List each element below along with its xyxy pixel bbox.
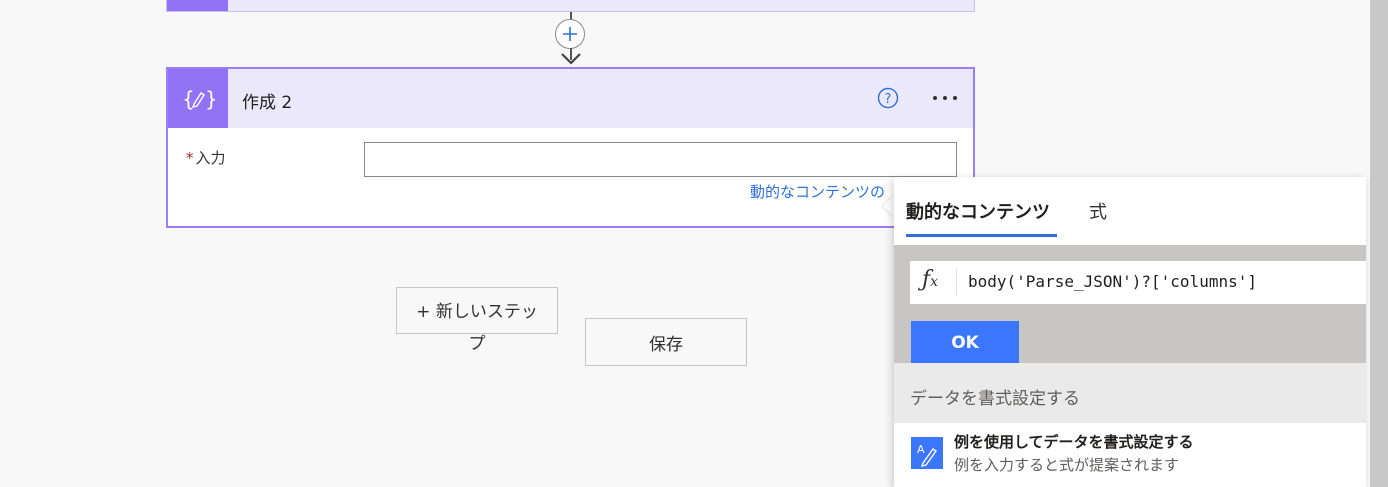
new-step-label[interactable]: + 新しいステッ プ (400, 296, 554, 360)
dynamic-content-panel[interactable]: 動的なコンテンツ 式 ƒx body('Parse_JSON')?['colum… (894, 177, 1366, 487)
active-tab-indicator (906, 234, 1057, 237)
previous-action-icon (167, 0, 228, 11)
insert-step-button[interactable] (555, 19, 585, 49)
compose-action-card[interactable]: { } 作成 2 ? *入力 動的なコンテンツの (166, 67, 975, 228)
input-field[interactable] (364, 142, 957, 177)
input-label-text: 入力 (195, 149, 226, 167)
arrow-down-icon (561, 53, 581, 65)
panel-pointer (883, 195, 894, 217)
add-step-icon (563, 27, 577, 41)
svg-text:}: } (205, 87, 215, 111)
tab-expression[interactable]: 式 (1089, 198, 1107, 224)
new-step-label-line2: プ (468, 334, 486, 354)
svg-text:A: A (917, 443, 925, 456)
format-by-example-subtitle: 例を入力すると式が提案されます (954, 456, 1180, 474)
fx-icon: ƒx (922, 267, 939, 292)
svg-text:?: ? (885, 92, 892, 107)
ok-button[interactable]: OK (911, 321, 1019, 364)
input-label: * 入力 (186, 147, 226, 168)
scrollbar[interactable] (1370, 0, 1388, 487)
expression-text[interactable]: body('Parse_JSON')?['columns'] (968, 272, 1257, 291)
new-step-label-line1: + 新しいステッ (416, 302, 538, 322)
card-title[interactable]: 作成 2 (242, 88, 292, 113)
format-data-icon: A (911, 437, 943, 469)
compose-icon: { } (168, 69, 228, 128)
card-header[interactable]: { } 作成 2 ? (168, 69, 973, 128)
previous-action-card[interactable] (166, 0, 975, 12)
expression-input[interactable]: ƒx body('Parse_JSON')?['columns'] (910, 261, 1366, 304)
tab-dynamic-content[interactable]: 動的なコンテンツ (906, 198, 1050, 224)
divider (956, 269, 957, 295)
add-dynamic-content-link[interactable]: 動的なコンテンツの (750, 181, 885, 202)
more-icon[interactable] (930, 87, 960, 109)
format-by-example-title: 例を使用してデータを書式設定する (954, 433, 1194, 451)
required-marker: * (186, 149, 194, 167)
format-heading: データを書式設定する (910, 389, 1080, 409)
save-button[interactable]: 保存 (585, 318, 747, 366)
help-icon[interactable]: ? (877, 87, 899, 109)
